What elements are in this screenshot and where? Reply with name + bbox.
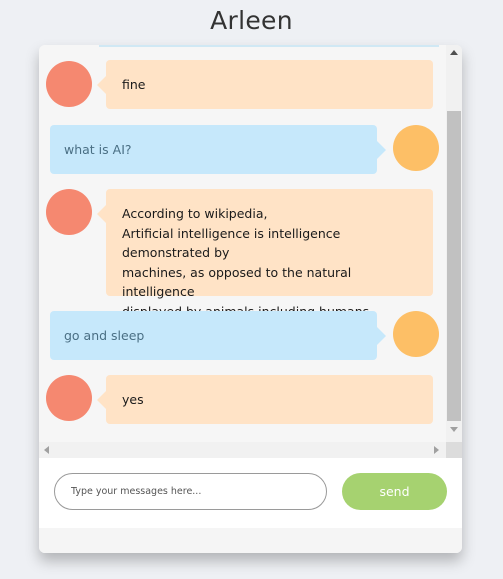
scrollbar-corner bbox=[446, 442, 462, 458]
chat-window: fine what is AI? According to wikipedia,… bbox=[39, 45, 462, 553]
message-text: yes bbox=[122, 392, 144, 407]
scrollbar-thumb[interactable] bbox=[447, 111, 461, 421]
message-text-line: machines, as opposed to the natural inte… bbox=[122, 264, 352, 300]
user-avatar bbox=[393, 311, 439, 357]
scroll-left-arrow-icon[interactable] bbox=[44, 446, 49, 454]
scroll-up-arrow-icon[interactable] bbox=[450, 50, 458, 55]
message-list: fine what is AI? According to wikipedia,… bbox=[39, 45, 462, 442]
bot-avatar bbox=[46, 189, 92, 235]
message-input[interactable] bbox=[54, 473, 327, 510]
top-divider bbox=[99, 45, 439, 47]
bot-avatar bbox=[46, 61, 92, 107]
user-avatar bbox=[393, 125, 439, 171]
user-message: what is AI? bbox=[50, 125, 386, 174]
user-message: go and sleep bbox=[50, 311, 386, 360]
message-text-line: According to wikipedia, bbox=[122, 206, 268, 221]
bot-message: yes bbox=[97, 375, 433, 424]
composer: send bbox=[39, 458, 462, 528]
scroll-down-arrow-icon[interactable] bbox=[450, 427, 458, 432]
scroll-right-arrow-icon[interactable] bbox=[434, 446, 439, 454]
message-text-line: Artificial intelligence is intelligence … bbox=[122, 225, 341, 261]
horizontal-scrollbar[interactable] bbox=[39, 442, 446, 458]
vertical-scrollbar[interactable] bbox=[446, 45, 462, 442]
send-button[interactable]: send bbox=[342, 473, 447, 510]
card-footer bbox=[39, 528, 462, 553]
bot-avatar bbox=[46, 375, 92, 421]
bot-message: fine bbox=[97, 60, 433, 109]
message-text: go and sleep bbox=[64, 328, 145, 343]
page-title: Arleen bbox=[210, 6, 293, 35]
message-text: what is AI? bbox=[64, 142, 132, 157]
bot-message: According to wikipedia, Artificial intel… bbox=[97, 189, 433, 319]
message-text: fine bbox=[122, 77, 146, 92]
